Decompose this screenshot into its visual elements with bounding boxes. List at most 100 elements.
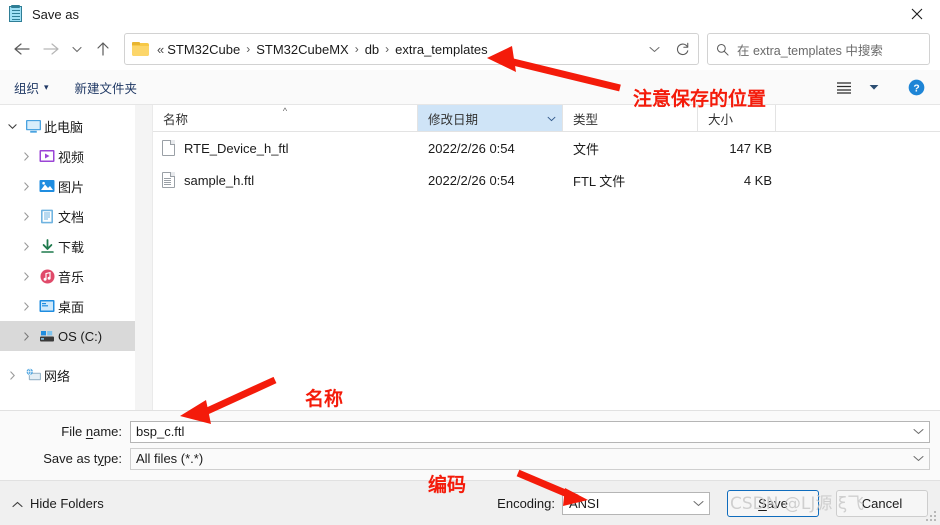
resize-grip-icon[interactable] <box>926 511 937 522</box>
save-as-type-select[interactable]: All files (*.*) <box>130 447 930 470</box>
hide-folders-button[interactable]: Hide Folders <box>12 496 104 511</box>
save-button[interactable]: Save <box>727 489 819 517</box>
window-title: Save as <box>32 6 79 22</box>
chevron-right-icon[interactable] <box>16 181 36 191</box>
chevron-down-icon[interactable] <box>2 123 22 130</box>
sidebar-item-videos[interactable]: 视频 <box>0 141 139 171</box>
navigation-bar: « STM32Cube › STM32CubeMX › db › extra_t… <box>0 28 940 70</box>
chevron-right-icon[interactable] <box>16 331 36 341</box>
breadcrumb-item-db[interactable]: db <box>364 40 380 59</box>
pictures-icon <box>36 179 58 193</box>
save-as-type-label: Save as type: <box>43 451 122 466</box>
documents-icon <box>36 209 58 224</box>
downloads-icon <box>36 238 58 254</box>
file-name-label: File name: <box>61 424 122 439</box>
file-size-cell: 4 KB <box>743 172 772 188</box>
sidebar-item-label: 文档 <box>58 209 85 225</box>
sidebar-item-label: 图片 <box>58 179 85 195</box>
command-bar: 组织 ▾ 新建文件夹 ? <box>0 70 940 105</box>
chevron-right-icon[interactable] <box>16 241 36 251</box>
breadcrumb-separator[interactable]: › <box>350 42 364 56</box>
blank-file-icon <box>162 140 175 156</box>
this-pc-icon <box>22 119 44 134</box>
sidebar-item-label: 下载 <box>58 239 85 255</box>
file-list-pane: ^ 名称 修改日期 类型 大小 RTE_Device_h_ftl 2022/2/… <box>153 105 940 410</box>
file-name-input[interactable]: bsp_c.ftl <box>130 420 930 443</box>
sidebar-item-desktop[interactable]: 桌面 <box>0 291 139 321</box>
chevron-right-icon[interactable] <box>2 370 22 380</box>
view-options-chevron-down-icon[interactable] <box>860 74 888 100</box>
file-name-value: bsp_c.ftl <box>136 424 185 439</box>
up-button[interactable] <box>88 34 118 64</box>
recent-locations-button[interactable] <box>66 34 88 64</box>
column-header-name[interactable]: ^ 名称 <box>153 105 418 131</box>
chevron-down-icon[interactable] <box>907 428 929 435</box>
file-name: RTE_Device_h_ftl <box>184 140 289 156</box>
text-file-icon <box>162 172 175 188</box>
new-folder-button[interactable]: 新建文件夹 <box>75 78 138 97</box>
hide-folders-label: Hide Folders <box>30 495 104 511</box>
chevron-down-icon[interactable] <box>907 455 929 462</box>
refresh-icon[interactable] <box>668 35 696 63</box>
column-header-size[interactable]: 大小 <box>698 105 776 131</box>
table-row[interactable]: RTE_Device_h_ftl 2022/2/26 0:54 文件 147 K… <box>153 132 940 164</box>
file-name-cell: sample_h.ftl <box>153 172 418 188</box>
sidebar-item-downloads[interactable]: 下载 <box>0 231 139 261</box>
column-headers: ^ 名称 修改日期 类型 大小 <box>153 105 940 132</box>
notepad-icon <box>8 4 24 23</box>
column-header-date-modified[interactable]: 修改日期 <box>418 105 563 131</box>
cancel-button[interactable]: Cancel <box>836 489 928 517</box>
file-name-row: File name: bsp_c.ftl <box>10 420 930 443</box>
encoding-select[interactable]: ANSI <box>562 491 710 515</box>
chevron-right-icon[interactable] <box>16 151 36 161</box>
sidebar-item-label: 桌面 <box>58 299 85 315</box>
save-form: File name: bsp_c.ftl Save as type: All f… <box>0 410 940 480</box>
sidebar-item-pictures[interactable]: 图片 <box>0 171 139 201</box>
sidebar-item-documents[interactable]: 文档 <box>0 201 139 231</box>
new-folder-label: 新建文件夹 <box>74 81 138 96</box>
breadcrumb[interactable]: « STM32Cube › STM32CubeMX › db › extra_t… <box>124 33 699 65</box>
file-name: sample_h.ftl <box>184 172 255 188</box>
breadcrumb-separator[interactable]: › <box>380 42 394 56</box>
breadcrumb-separator[interactable]: › <box>241 42 255 56</box>
chevron-right-icon[interactable] <box>16 271 36 281</box>
help-circle-icon[interactable]: ? <box>902 74 930 100</box>
breadcrumb-item-extra-templates[interactable]: extra_templates <box>394 40 489 59</box>
breadcrumb-history-chevron-icon[interactable] <box>640 35 668 63</box>
list-view-icon[interactable] <box>830 74 858 100</box>
table-row[interactable]: sample_h.ftl 2022/2/26 0:54 FTL 文件 4 KB <box>153 164 940 196</box>
chevron-up-icon <box>12 496 23 511</box>
back-button[interactable] <box>6 34 36 64</box>
sidebar-item-music[interactable]: 音乐 <box>0 261 139 291</box>
dialog-footer: Hide Folders Encoding: ANSI Save Cancel <box>0 480 940 525</box>
column-header-type[interactable]: 类型 <box>563 105 698 131</box>
breadcrumb-item-stm32cube[interactable]: STM32Cube <box>166 40 241 59</box>
search-placeholder: 在 extra_templates 中搜索 <box>737 43 883 58</box>
column-label: 大小 <box>708 112 734 127</box>
sidebar-item-network[interactable]: 网络 <box>0 360 139 390</box>
sidebar-item-os-c[interactable]: OS (C:) <box>0 321 139 351</box>
sidebar-item-label: 音乐 <box>58 269 85 285</box>
pane-splitter[interactable] <box>139 105 153 410</box>
file-name-cell: RTE_Device_h_ftl <box>153 140 418 156</box>
chevron-down-icon[interactable] <box>687 500 709 507</box>
desktop-icon <box>36 299 58 313</box>
close-icon[interactable] <box>894 0 940 28</box>
organize-button[interactable]: 组织 ▾ <box>14 78 49 97</box>
chevron-down-icon[interactable] <box>547 111 556 125</box>
chevron-right-icon[interactable] <box>16 211 36 221</box>
search-input[interactable]: 在 extra_templates 中搜索 <box>707 33 930 65</box>
sidebar-item-label: OS (C:) <box>58 328 103 344</box>
forward-button[interactable] <box>36 34 66 64</box>
drive-icon <box>36 329 58 343</box>
chevron-right-icon[interactable] <box>16 301 36 311</box>
breadcrumb-overflow[interactable]: « <box>156 40 166 59</box>
save-as-dialog: Save as « STM32Cube › STM32CubeMX › db ›… <box>0 0 940 525</box>
organize-label: 组织 <box>14 81 40 96</box>
chevron-down-icon: ▾ <box>44 81 49 92</box>
column-header-filler <box>776 105 940 131</box>
file-date-cell: 2022/2/26 0:54 <box>428 140 515 156</box>
sidebar-item-this-pc[interactable]: 此电脑 <box>0 111 139 141</box>
save-label: ave <box>766 495 788 511</box>
breadcrumb-item-stm32cubemx[interactable]: STM32CubeMX <box>255 40 349 59</box>
